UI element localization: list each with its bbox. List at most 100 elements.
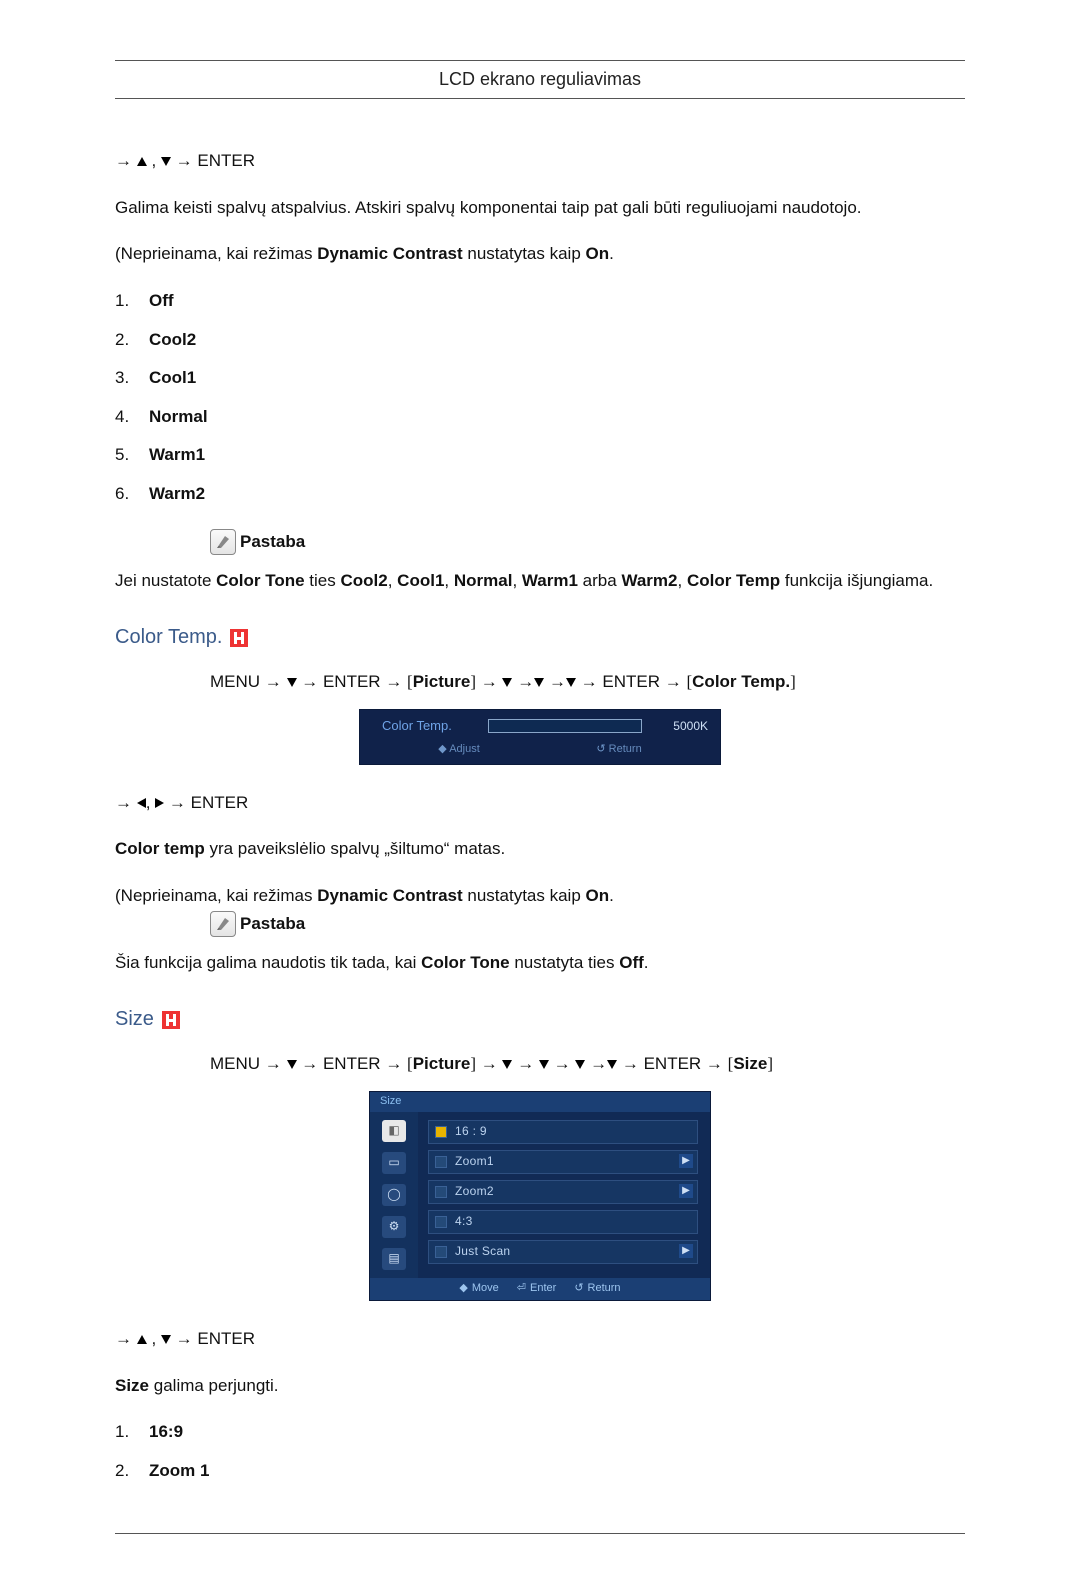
page-title: LCD ekrano reguliavimas — [115, 69, 965, 90]
enter-label: ENTER — [644, 1054, 702, 1073]
text: Return — [588, 1281, 621, 1297]
list-item: 5.Warm1 — [115, 443, 965, 468]
text: , — [678, 571, 687, 590]
list-item: 6.Warm2 — [115, 482, 965, 507]
text: Normal — [454, 571, 513, 590]
option-normal: Normal — [149, 407, 208, 426]
size-paragraph-1: Size galima perjungti. — [115, 1374, 965, 1399]
text: , — [444, 571, 453, 590]
footer-move: ◆ Move — [459, 1281, 498, 1297]
text: (Neprieinama, kai režimas — [115, 244, 317, 263]
rule-bottom — [115, 1533, 965, 1534]
osd-footer: ◆ Adjust ↺ Return — [360, 740, 720, 764]
note2-text: Šia funkcija galima naudotis tik tada, k… — [115, 951, 965, 976]
note-row: Pastaba — [210, 529, 965, 555]
side-icon-multi[interactable]: ▤ — [382, 1248, 406, 1270]
text: galima perjungti. — [149, 1376, 278, 1395]
arrow-down-icon — [161, 157, 171, 166]
size-option-zoom1[interactable]: Zoom1 ▶ — [428, 1150, 698, 1174]
side-icon-input[interactable]: ◧ — [382, 1120, 406, 1142]
arrow-down-icon — [502, 1060, 512, 1069]
color-temp-label: Color Temp. — [692, 672, 790, 691]
side-icon-picture[interactable]: ▭ — [382, 1152, 406, 1174]
option-label: Zoom2 — [455, 1183, 494, 1200]
osd-slider[interactable] — [488, 719, 642, 733]
nav-sequence-3: → , → ENTER — [115, 1327, 965, 1352]
enter-label: ENTER — [197, 151, 255, 170]
source-h-icon — [162, 1011, 180, 1029]
note-label: Pastaba — [240, 530, 305, 555]
text: , — [512, 571, 521, 590]
osd-size-footer: ◆ Move ⏎ Enter ↺ Return — [370, 1278, 710, 1300]
enter-label: ENTER — [197, 1329, 255, 1348]
size-option-zoom2[interactable]: Zoom2 ▶ — [428, 1180, 698, 1204]
rule-under-title — [115, 98, 965, 99]
arrow-down-icon — [287, 678, 297, 687]
check-icon — [435, 1186, 447, 1198]
text: Adjust — [449, 743, 480, 755]
list-item: 1.Off — [115, 289, 965, 314]
osd-adjust-hint: ◆ Adjust — [438, 742, 480, 758]
side-icon-sound[interactable]: ◯ — [382, 1184, 406, 1206]
option-warm1: Warm1 — [149, 445, 205, 464]
note-icon — [210, 529, 236, 555]
text: . — [609, 886, 614, 905]
dynamic-contrast-label: Dynamic Contrast — [317, 244, 462, 263]
text: . — [644, 953, 649, 972]
osd-size-list: 16 : 9 Zoom1 ▶ Zoom2 ▶ — [418, 1112, 710, 1278]
size-option-just-scan[interactable]: Just Scan ▶ — [428, 1240, 698, 1264]
ct-paragraph-2: (Neprieinama, kai režimas Dynamic Contra… — [115, 884, 965, 909]
text: Šia funkcija galima naudotis tik tada, k… — [115, 953, 421, 972]
text: Cool2 — [340, 571, 387, 590]
nav-sequence-2: → , → ENTER — [115, 791, 965, 816]
footer-return: ↺ Return — [574, 1281, 620, 1297]
osd-label: Color Temp. — [382, 717, 472, 736]
arrow-down-icon — [502, 678, 512, 687]
body: → , → ENTER Galima keisti spalvų atspalv… — [115, 149, 965, 1483]
list-item: 3.Cool1 — [115, 366, 965, 391]
on-label: On — [586, 244, 610, 263]
enter-label: ENTER — [323, 1054, 381, 1073]
arrow-down-icon — [566, 678, 576, 687]
text: arba — [578, 571, 621, 590]
intro-paragraph-1: Galima keisti spalvų atspalvius. Atskiri… — [115, 196, 965, 221]
color-tone-option-list: 1.Off 2.Cool2 3.Cool1 4.Normal 5.Warm1 6… — [115, 289, 965, 507]
option-label: 16 : 9 — [455, 1123, 487, 1140]
text: Warm1 — [522, 571, 578, 590]
arrow-right-icon — [155, 798, 164, 808]
text: (Neprieinama, kai režimas — [115, 886, 317, 905]
text: Warm2 — [621, 571, 677, 590]
text: nustatytas kaip — [463, 886, 586, 905]
osd-return-hint: ↺ Return — [596, 742, 641, 758]
arrow-down-icon — [539, 1060, 549, 1069]
text: nustatyta ties — [510, 953, 620, 972]
check-icon — [435, 1126, 447, 1138]
intro-paragraph-2: (Neprieinama, kai režimas Dynamic Contra… — [115, 242, 965, 267]
dynamic-contrast-label: Dynamic Contrast — [317, 886, 462, 905]
size-option-4-3[interactable]: 4:3 — [428, 1210, 698, 1234]
note1-text: Jei nustatote Color Tone ties Cool2, Coo… — [115, 569, 965, 594]
list-item: 2.Zoom 1 — [115, 1459, 965, 1484]
note-label: Pastaba — [240, 912, 305, 937]
picture-label: Picture — [413, 672, 471, 691]
color-tone-label: Color Tone — [421, 953, 509, 972]
ct-paragraph-1: Color temp yra paveikslėlio spalvų „šilt… — [115, 837, 965, 862]
osd-side-icons: ◧ ▭ ◯ ⚙ ▤ — [370, 1112, 418, 1278]
arrow-up-icon — [137, 1335, 147, 1344]
color-tone-label: Color Tone — [216, 571, 304, 590]
size-option-16-9[interactable]: 16 : 9 — [428, 1120, 698, 1144]
enter-label: ENTER — [323, 672, 381, 691]
arrow-down-icon — [287, 1060, 297, 1069]
note-icon — [210, 911, 236, 937]
menu-path-size: MENU → → ENTER → [Picture] → → → → → ENT… — [210, 1052, 965, 1077]
check-icon — [435, 1156, 447, 1168]
side-icon-setup[interactable]: ⚙ — [382, 1216, 406, 1238]
list-item: 2.Cool2 — [115, 328, 965, 353]
text: yra paveikslėlio spalvų „šiltumo“ matas. — [205, 839, 505, 858]
osd-value: 5000K — [658, 718, 708, 735]
off-label: Off — [619, 953, 644, 972]
source-h-icon — [230, 629, 248, 647]
osd-color-temp: Color Temp. 5000K ◆ Adjust ↺ Return — [115, 709, 965, 765]
osd-size-body: ◧ ▭ ◯ ⚙ ▤ 16 : 9 Zoom1 — [370, 1112, 710, 1278]
check-icon — [435, 1246, 447, 1258]
